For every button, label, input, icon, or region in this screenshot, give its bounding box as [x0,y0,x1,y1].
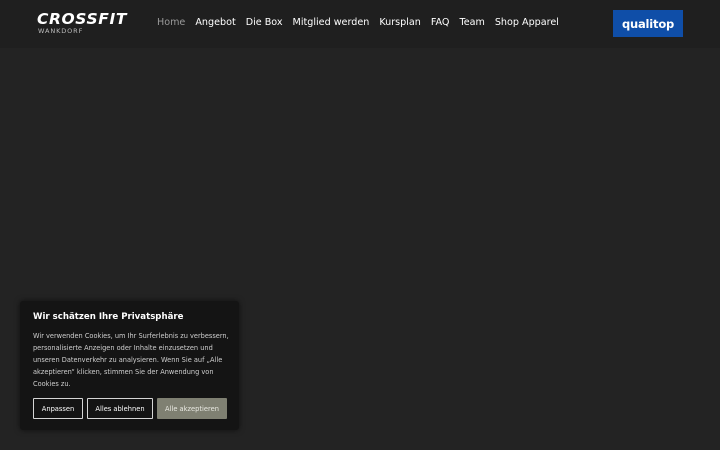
logo-wordmark: CROSSFIT [37,10,127,28]
cookie-button-row: Anpassen Alles ablehnen Alle akzeptieren [33,398,227,419]
qualitop-partner-logo[interactable]: qualitop [613,10,683,37]
main-nav: Home Angebot Die Box Mitglied werden Kur… [157,16,559,30]
nav-item-home[interactable]: Home [157,16,185,30]
nav-item-faq[interactable]: FAQ [431,16,450,30]
cookie-consent-banner: Wir schätzen Ihre Privatsphäre Wir verwe… [20,301,239,430]
nav-item-shop-apparel[interactable]: Shop Apparel [495,16,559,30]
partner-label: qualitop [621,16,675,31]
nav-item-angebot[interactable]: Angebot [195,16,235,30]
nav-item-kursplan[interactable]: Kursplan [379,16,421,30]
nav-item-mitglied-werden[interactable]: Mitglied werden [293,16,370,30]
nav-item-die-box[interactable]: Die Box [246,16,283,30]
cookie-title: Wir schätzen Ihre Privatsphäre [33,312,184,322]
logo-subtitle: WANKDORF [38,27,84,35]
accept-all-button[interactable]: Alle akzeptieren [157,398,227,419]
crossfit-logo[interactable]: CROSSFIT WANKDORF [37,11,137,37]
page: CROSSFIT WANKDORF Home Angebot Die Box M… [0,0,720,450]
cookie-description: Wir verwenden Cookies, um Ihr Surferlebn… [33,332,229,388]
customize-button[interactable]: Anpassen [33,398,83,419]
nav-item-team[interactable]: Team [459,16,484,30]
site-header: CROSSFIT WANKDORF Home Angebot Die Box M… [0,0,720,48]
reject-all-button[interactable]: Alles ablehnen [87,398,153,419]
